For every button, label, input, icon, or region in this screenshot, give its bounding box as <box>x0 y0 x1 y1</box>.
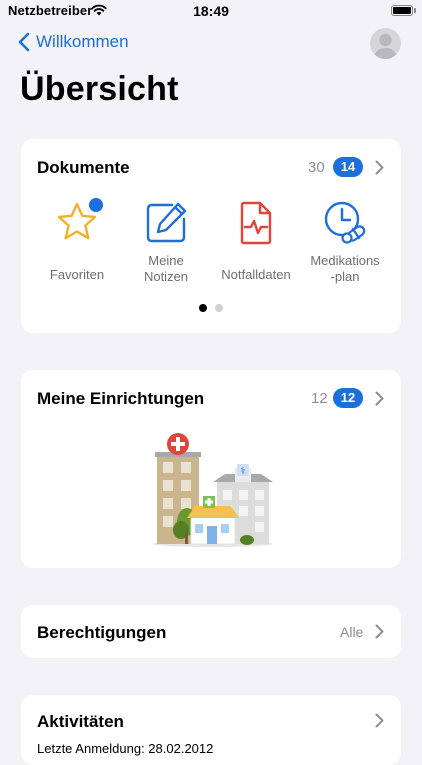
page-title: Übersicht <box>20 70 179 108</box>
svg-text:⚕: ⚕ <box>240 466 245 477</box>
tile-label-medication-plan: Medikations-plan <box>310 253 380 284</box>
note-edit-icon <box>146 202 187 243</box>
permissions-title: Berechtigungen <box>37 623 167 642</box>
back-label: Willkommen <box>36 32 129 51</box>
documents-count: 30 <box>308 159 325 176</box>
navigation-bar: Willkommen <box>0 28 422 62</box>
back-button[interactable]: Willkommen <box>18 32 129 52</box>
documents-badge: 14 <box>333 157 363 177</box>
chevron-right-icon <box>375 391 384 406</box>
chevron-right-icon <box>375 160 384 175</box>
page-indicator-active[interactable] <box>199 304 207 312</box>
person-icon <box>374 33 397 59</box>
page-indicator-inactive[interactable] <box>215 304 223 312</box>
avatar[interactable] <box>370 28 401 59</box>
chevron-left-icon <box>18 32 30 52</box>
tile-label-my-notes: Meine Notizen <box>143 253 189 284</box>
permissions-value: Alle <box>340 624 364 640</box>
tile-label-favorites: Favoriten <box>49 267 105 282</box>
medication-plan-icon <box>324 201 366 244</box>
last-login-text: Letzte Anmeldung: 28.02.2012 <box>37 741 214 756</box>
chevron-right-icon <box>375 624 384 639</box>
tile-my-notes[interactable]: Meine Notizen <box>121 199 211 285</box>
tile-medication-plan[interactable]: Medikations-plan <box>300 199 390 285</box>
favorites-indicator-dot <box>89 198 103 212</box>
facilities-card[interactable]: Meine Einrichtungen 12 12 ⚕ <box>21 370 401 568</box>
documents-card[interactable]: Dokumente 30 14 Favoriten Meine Notizen <box>21 139 401 333</box>
clock: 18:49 <box>193 3 229 19</box>
permissions-card[interactable]: Berechtigungen Alle <box>21 605 401 658</box>
facilities-title: Meine Einrichtungen <box>37 389 205 408</box>
status-bar: Netzbetreiber 18:49 <box>0 0 422 24</box>
chevron-right-icon <box>375 713 384 728</box>
facilities-count: 12 <box>311 390 328 407</box>
documents-title: Dokumente <box>37 158 130 177</box>
activities-title: Aktivitäten <box>37 712 124 731</box>
battery-cap <box>414 8 416 13</box>
activities-card[interactable]: Aktivitäten Letzte Anmeldung: 28.02.2012 <box>21 695 401 765</box>
tile-favorites[interactable]: Favoriten <box>32 198 122 283</box>
tile-label-emergency-data: Notfalldaten <box>221 267 291 282</box>
battery-icon <box>391 5 413 16</box>
facilities-badge: 12 <box>333 388 363 408</box>
emergency-document-icon <box>240 201 272 245</box>
tile-emergency-data[interactable]: Notfalldaten <box>211 199 301 283</box>
facilities-illustration: ⚕ <box>153 433 273 547</box>
